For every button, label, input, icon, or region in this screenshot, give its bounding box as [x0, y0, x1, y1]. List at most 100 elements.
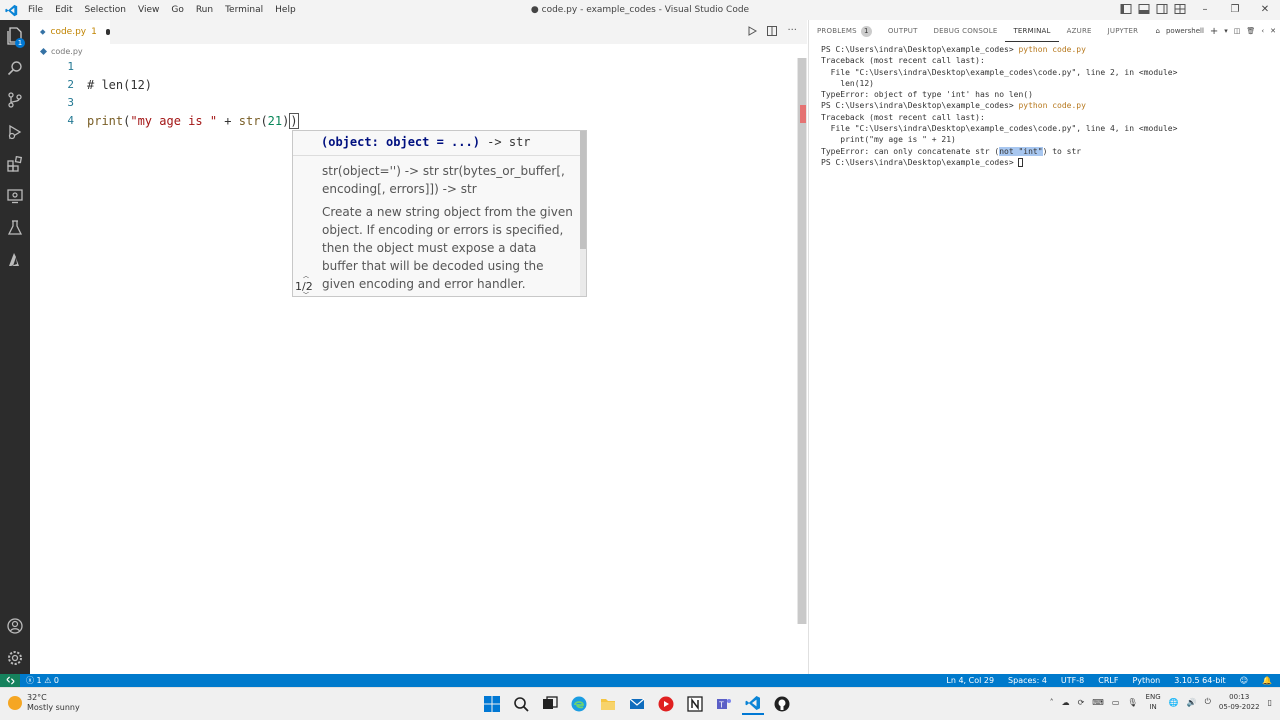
notifications-bell-icon[interactable]: 🔔	[1262, 674, 1272, 687]
battery-icon[interactable]: ▭	[1112, 698, 1120, 707]
customize-layout-icon[interactable]	[1174, 3, 1186, 15]
region-code: IN	[1149, 703, 1157, 711]
menu-help[interactable]: Help	[269, 0, 302, 20]
menu-terminal[interactable]: Terminal	[219, 0, 269, 20]
python-interpreter[interactable]: 3.10.5 64-bit	[1174, 674, 1226, 687]
weather-widget[interactable]: 32°C Mostly sunny	[8, 693, 80, 713]
teams-icon[interactable]: T	[713, 693, 735, 715]
tab-filename: code.py	[50, 27, 87, 37]
extensions-icon[interactable]	[5, 154, 25, 174]
run-debug-icon[interactable]	[5, 122, 25, 142]
settings-gear-icon[interactable]	[5, 648, 25, 668]
editor-scrollbar[interactable]	[797, 58, 807, 624]
task-view-icon[interactable]	[539, 693, 561, 715]
source-control-icon[interactable]	[5, 90, 25, 110]
github-icon[interactable]	[771, 693, 793, 715]
warning-count: 0	[53, 676, 59, 685]
microphone-icon[interactable]: 🎙	[1127, 698, 1137, 707]
signature-scrollbar[interactable]	[580, 131, 586, 296]
search-icon[interactable]	[5, 58, 25, 78]
menu-edit[interactable]: Edit	[49, 0, 78, 20]
menu-run[interactable]: Run	[190, 0, 219, 20]
terminal-shell-name[interactable]: powershell	[1166, 27, 1204, 35]
window-controls: – ❐ ✕	[1190, 0, 1280, 20]
notification-icon[interactable]: ▯	[1268, 698, 1272, 707]
tab-problems[interactable]: PROBLEMS 1	[809, 20, 880, 42]
file-encoding[interactable]: UTF-8	[1061, 674, 1084, 687]
remote-indicator-icon[interactable]	[0, 674, 20, 687]
azure-icon[interactable]	[5, 250, 25, 270]
tab-debug-console[interactable]: DEBUG CONSOLE	[926, 20, 1006, 42]
power-icon[interactable]: ⏻	[1205, 697, 1211, 707]
input-language[interactable]: ENG IN	[1146, 692, 1161, 712]
windows-start-icon[interactable]	[481, 693, 503, 715]
restore-icon[interactable]: ❐	[1220, 0, 1250, 20]
youtube-icon[interactable]	[655, 693, 677, 715]
close-panel-icon[interactable]: ✕	[1270, 27, 1276, 35]
notion-icon[interactable]	[684, 693, 706, 715]
taskbar-search-icon[interactable]	[510, 693, 532, 715]
menu-file[interactable]: File	[22, 0, 49, 20]
sync-icon[interactable]: ⟳	[1078, 698, 1085, 707]
clock[interactable]: 00:13 05-09-2022	[1219, 692, 1260, 712]
tab-jupyter[interactable]: JUPYTER	[1100, 20, 1147, 42]
testing-icon[interactable]	[5, 218, 25, 238]
terminal-line: PS C:\Users\indra\Desktop\example_codes>…	[821, 44, 1277, 55]
split-terminal-icon[interactable]: ◫	[1234, 27, 1241, 35]
editor-area: code.py 1 ··· code.py 1 2 # len(12) 3 4 …	[30, 20, 807, 674]
menu-view[interactable]: View	[132, 0, 165, 20]
error-icon: ⓧ	[26, 676, 34, 685]
line-number: 2	[67, 78, 74, 91]
cloud-icon[interactable]: ☁	[1062, 698, 1070, 707]
file-explorer-icon[interactable]	[597, 693, 619, 715]
unsaved-dot-icon[interactable]	[105, 29, 110, 35]
maximize-panel-icon[interactable]: ‹	[1261, 27, 1264, 35]
terminal-cursor	[1018, 157, 1024, 167]
toggle-primary-sidebar-icon[interactable]	[1120, 3, 1132, 15]
toggle-panel-icon[interactable]	[1138, 3, 1150, 15]
signature-pager[interactable]: ︿ 1/2 ﹀	[295, 274, 313, 297]
vscode-taskbar-icon[interactable]	[742, 693, 764, 715]
terminal-line: print("my age is " + 21)	[821, 135, 956, 145]
globe-icon[interactable]: 🌐	[1169, 698, 1179, 707]
tab-output[interactable]: OUTPUT	[880, 20, 926, 42]
clock-date: 05-09-2022	[1218, 703, 1260, 711]
error-overview-marker	[800, 105, 806, 123]
menu-go[interactable]: Go	[165, 0, 189, 20]
tab-code-py[interactable]: code.py 1	[30, 20, 110, 44]
volume-icon[interactable]: 🔊	[1187, 698, 1197, 707]
indentation[interactable]: Spaces: 4	[1008, 674, 1047, 687]
toggle-secondary-sidebar-icon[interactable]	[1156, 3, 1168, 15]
terminal-line: TypeError: can only concatenate str (not…	[821, 146, 1277, 157]
minimize-icon[interactable]: –	[1190, 0, 1220, 20]
cursor-position[interactable]: Ln 4, Col 29	[946, 674, 994, 687]
signature-scrollbar-thumb[interactable]	[580, 131, 586, 249]
problems-indicator[interactable]: ⓧ 1 ⚠ 0	[26, 674, 59, 687]
more-actions-icon[interactable]: ···	[787, 25, 797, 36]
close-icon[interactable]: ✕	[1250, 0, 1280, 20]
menu-selection[interactable]: Selection	[79, 0, 132, 20]
chevron-down-icon[interactable]: ﹀	[303, 293, 313, 297]
end-of-line[interactable]: CRLF	[1098, 674, 1118, 687]
tab-terminal[interactable]: TERMINAL	[1005, 20, 1059, 42]
kill-terminal-icon[interactable]: 🗑	[1246, 27, 1255, 35]
line-text: print("my age is " + str(21))	[87, 112, 299, 130]
tab-azure[interactable]: AZURE	[1059, 20, 1100, 42]
editor-scrollbar-thumb[interactable]	[798, 58, 806, 624]
run-python-file-icon[interactable]	[747, 25, 758, 36]
keyboard-icon[interactable]: ⌨	[1092, 698, 1104, 707]
chevron-up-icon[interactable]: ˄	[1050, 698, 1054, 707]
new-terminal-icon[interactable]: +	[1210, 26, 1218, 37]
feedback-icon[interactable]: ☺	[1240, 674, 1248, 687]
account-icon[interactable]	[5, 616, 25, 636]
chevron-down-icon[interactable]: ▾	[1224, 27, 1228, 35]
edge-browser-icon[interactable]	[568, 693, 590, 715]
code-line: 1	[30, 58, 730, 76]
split-editor-icon[interactable]	[767, 25, 778, 36]
mail-icon[interactable]	[626, 693, 648, 715]
breadcrumb-file[interactable]: code.py	[51, 47, 83, 56]
remote-explorer-icon[interactable]	[5, 186, 25, 206]
language-mode[interactable]: Python	[1132, 674, 1160, 687]
terminal-output[interactable]: PS C:\Users\indra\Desktop\example_codes>…	[821, 44, 1277, 168]
warning-icon: ⚠	[44, 676, 52, 685]
